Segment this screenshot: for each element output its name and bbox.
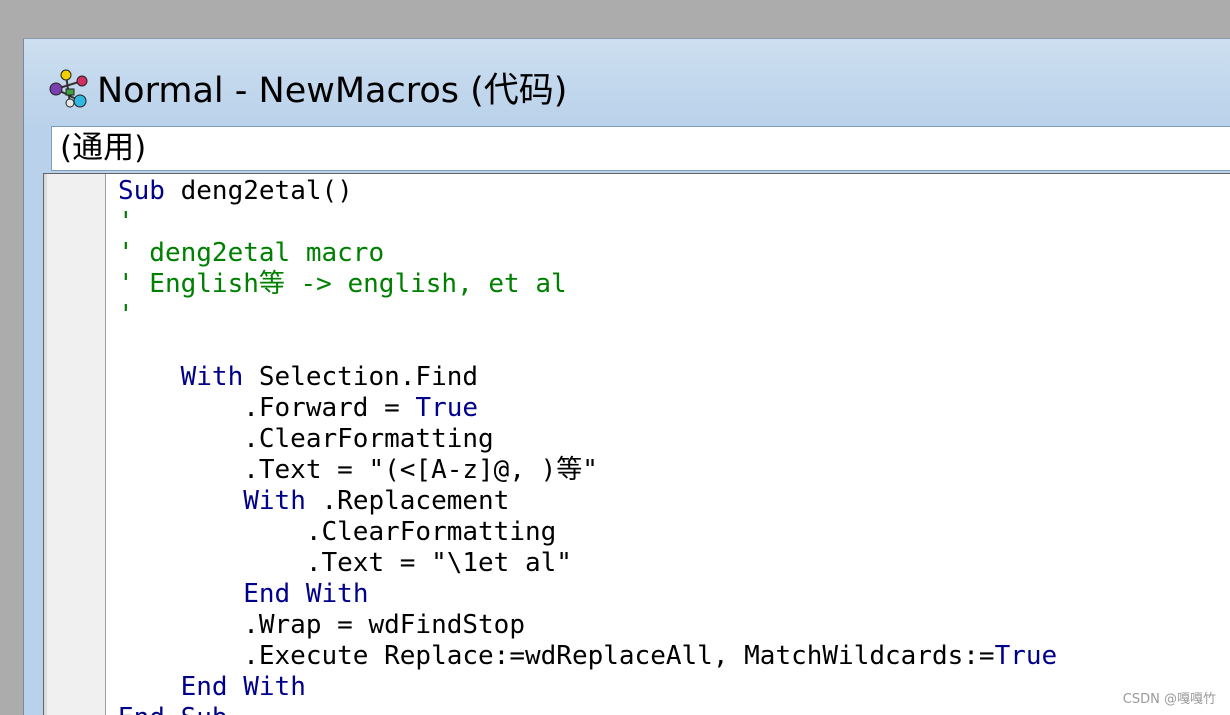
code-token: .Replacement [305,486,510,516]
code-line[interactable]: .Text = "(<[A-z]@, )等" [118,455,1057,486]
code-line[interactable]: .ClearFormatting [118,517,1057,548]
vba-macro-icon [49,69,88,108]
code-line[interactable]: ' [118,300,1057,331]
code-line[interactable]: End With [118,579,1057,610]
code-token: .Wrap = wdFindStop [118,610,525,640]
code-token: deng2etal() [164,176,353,206]
code-comment: ' [118,207,134,237]
code-line[interactable]: End Sub [118,703,1057,715]
code-token: .Forward = [118,393,416,423]
code-keyword: Sub [181,703,228,715]
code-line[interactable]: ' deng2etal macro [118,238,1057,269]
code-line[interactable]: With Selection.Find [118,362,1057,393]
code-line[interactable]: ' [118,207,1057,238]
code-token: .ClearFormatting [118,424,494,454]
window-title: Normal - NewMacros (代码) [97,71,568,111]
vba-code-window: Normal - NewMacros (代码) (通用) Sub deng2et… [23,38,1230,715]
code-editor[interactable]: Sub deng2etal() ' ' deng2etal macro ' Engli… [43,173,1230,715]
code-line[interactable]: ' English等 -> english, et al [118,269,1057,300]
code-keyword: With [180,362,244,392]
code-keyword: True [994,641,1058,671]
code-keyword: End [180,672,228,702]
code-line[interactable]: .Wrap = wdFindStop [118,610,1057,641]
watermark: CSDN @嘎嘎竹 [1122,692,1216,707]
object-dropdown[interactable]: (通用) [51,126,1230,171]
code-line[interactable]: End With [118,672,1057,703]
code-keyword: True [415,393,479,423]
gutter-edge [44,174,47,715]
code-keyword: Sub [118,176,165,206]
code-token: Selection.Find [243,362,479,392]
code-line[interactable]: With .Replacement [118,486,1057,517]
code-comment: ' [118,300,134,330]
code-keyword: With [305,579,369,609]
code-comment: ' deng2etal macro [118,238,385,268]
desktop: Normal - NewMacros (代码) (通用) Sub deng2et… [0,0,1230,715]
code-line[interactable]: .Forward = True [118,393,1057,424]
code-keyword: End [118,703,165,715]
margin-indicator-bar[interactable] [44,174,106,715]
code-token: .Execute Replace:=wdReplaceAll, MatchWil… [118,641,995,671]
code-keyword: With [243,486,306,516]
code-line[interactable]: .Execute Replace:=wdReplaceAll, MatchWil… [118,641,1057,672]
code-line[interactable]: .Text = "\1et al" [118,548,1057,579]
object-dropdown-value: (通用) [60,130,147,166]
code-token: .ClearFormatting [118,517,557,547]
code-comment: ' English等 -> english, et al [118,269,567,299]
code-line[interactable]: Sub deng2etal() [118,176,1057,207]
code-line[interactable]: .ClearFormatting [118,424,1057,455]
code-token: .Text = "(<[A-z]@, )等" [118,455,598,485]
code-line[interactable] [118,331,1057,362]
code-keyword: With [243,672,306,702]
code-token: .Text = "\1et al" [118,548,572,578]
code-text-area[interactable]: Sub deng2etal() ' ' deng2etal macro ' Engli… [118,176,1057,715]
code-keyword: End [243,579,291,609]
title-bar[interactable]: Normal - NewMacros (代码) [24,39,1230,127]
